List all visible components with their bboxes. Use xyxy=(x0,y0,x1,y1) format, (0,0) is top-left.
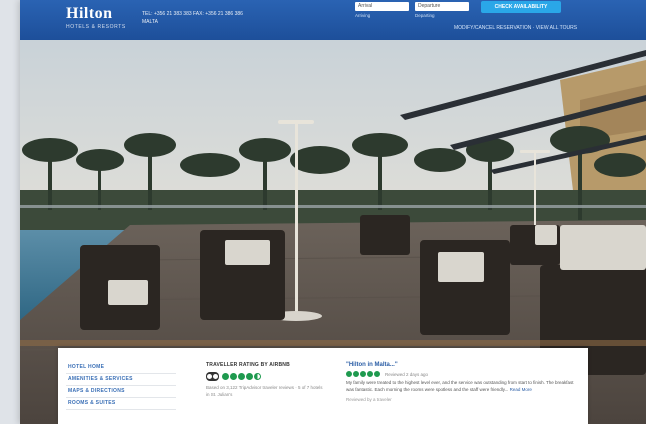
rating-half-bubble-icon xyxy=(254,373,261,380)
tripadvisor-title: TRAVELLER RATING BY AIRBNB xyxy=(206,362,290,368)
check-availability-button[interactable]: CHECK AVAILABILITY xyxy=(481,1,561,13)
departure-date-field[interactable]: Departure xyxy=(415,2,469,11)
info-panel: HOTEL HOME AMENITIES & SERVICES MAPS & D… xyxy=(58,348,588,424)
tripadvisor-widget: TRAVELLER RATING BY AIRBNB Based on 3,12… xyxy=(206,362,326,398)
hotel-webpage: Hilton HOTELS & RESORTS TEL: +356 21 383… xyxy=(20,0,646,424)
departure-label: Departing xyxy=(415,13,435,18)
review-author: Reviewed by a traveler xyxy=(346,397,392,402)
review-text: My family were treated to the highest le… xyxy=(346,380,581,393)
arrival-label: Arriving xyxy=(355,13,371,18)
hilton-logo[interactable]: Hilton HOTELS & RESORTS xyxy=(66,5,126,31)
review-date: Reviewed 2 days ago xyxy=(385,371,429,377)
contact-info: TEL: +356 21 383 383 FAX: +356 21 386 38… xyxy=(142,10,243,26)
nav-item-maps[interactable]: MAPS & DIRECTIONS xyxy=(66,386,176,398)
hotel-nav: HOTEL HOME AMENITIES & SERVICES MAPS & D… xyxy=(66,362,176,410)
nav-item-rooms[interactable]: ROOMS & SUITES xyxy=(66,398,176,410)
rating-bubble-icon xyxy=(238,373,245,380)
brand-subtitle: HOTELS & RESORTS xyxy=(66,24,126,30)
rating-bubble-icon xyxy=(246,373,253,380)
read-more-link[interactable]: Read More xyxy=(510,387,532,392)
header-links[interactable]: MODIFY/CANCEL RESERVATION · VIEW ALL TOU… xyxy=(454,25,577,31)
review-rating: Reviewed 2 days ago xyxy=(346,371,581,377)
rating-bubble-icon xyxy=(374,371,380,377)
rating-bubble-icon xyxy=(360,371,366,377)
featured-review: "Hilton in Malta..." Reviewed 2 days ago… xyxy=(346,362,581,402)
rating-bubble-icon xyxy=(367,371,373,377)
nav-item-hotel-home[interactable]: HOTEL HOME xyxy=(66,362,176,374)
arrival-date-field[interactable]: Arrival xyxy=(355,2,409,11)
contact-phone: TEL: +356 21 383 383 FAX: +356 21 386 38… xyxy=(142,11,243,17)
site-header: Hilton HOTELS & RESORTS TEL: +356 21 383… xyxy=(20,0,646,40)
tripadvisor-owl-icon xyxy=(206,372,219,381)
review-body: My family were treated to the highest le… xyxy=(346,380,574,392)
rating-bubble-icon xyxy=(353,371,359,377)
review-title[interactable]: "Hilton in Malta..." xyxy=(346,362,581,368)
rating-bubble-icon xyxy=(230,373,237,380)
rating-bubble-icon xyxy=(346,371,352,377)
contact-location: MALTA xyxy=(142,19,158,25)
tripadvisor-rating xyxy=(206,372,326,381)
rating-bubble-icon xyxy=(222,373,229,380)
tripadvisor-summary[interactable]: Based on 3,122 TripAdvisor traveler revi… xyxy=(206,384,326,398)
brand-name: Hilton xyxy=(66,5,113,22)
nav-item-amenities[interactable]: AMENITIES & SERVICES xyxy=(66,374,176,386)
